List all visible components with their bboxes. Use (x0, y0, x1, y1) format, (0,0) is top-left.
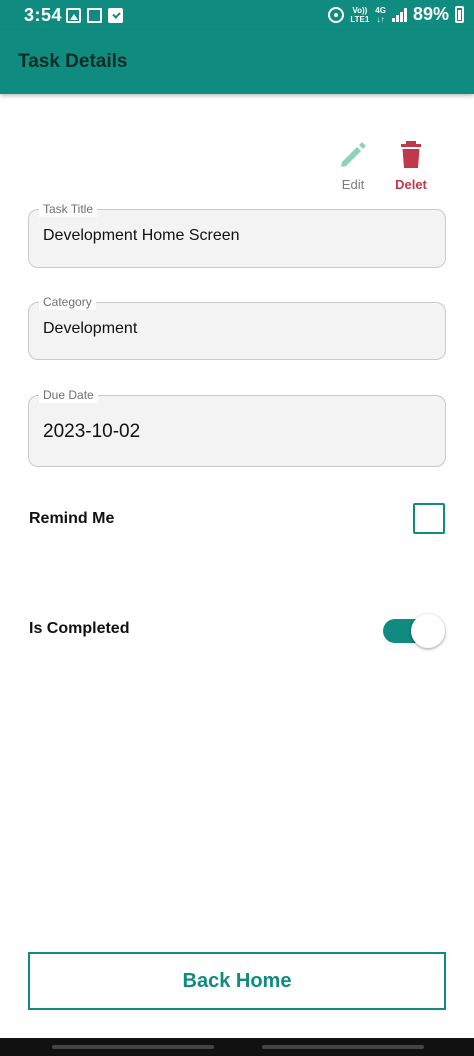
delete-button[interactable]: Delet (384, 140, 438, 192)
edit-button[interactable]: Edit (326, 140, 380, 192)
hotspot-icon (328, 6, 345, 23)
signal-strength-icon (391, 7, 407, 22)
nav-handle-left (52, 1045, 214, 1049)
page-title: Task Details (18, 51, 128, 72)
toggle-thumb (411, 614, 445, 648)
notification-icons (66, 8, 123, 23)
gallery-notification-icon (66, 8, 81, 23)
network-line2: ↓↑ (376, 14, 385, 24)
back-home-button[interactable]: Back Home (28, 952, 446, 1010)
app-notification-icon (87, 8, 102, 23)
task-title-value: Development Home Screen (43, 227, 240, 244)
volte-line2: LTE1 (350, 14, 370, 24)
battery-icon (455, 6, 464, 23)
remind-me-checkbox[interactable] (413, 503, 445, 534)
status-indicators: Vo)) LTE1 4G ↓↑ 89% (328, 4, 464, 25)
nav-handle-right (262, 1045, 424, 1049)
is-completed-toggle[interactable] (381, 612, 447, 650)
is-completed-label: Is Completed (29, 620, 130, 637)
category-label: Category (39, 294, 96, 310)
task-title-field[interactable]: Task Title Development Home Screen (28, 201, 446, 268)
due-date-label: Due Date (39, 387, 98, 403)
status-bar: 3:54 Vo)) LTE1 4G ↓↑ 89% (0, 0, 474, 30)
delete-label: Delet (395, 177, 427, 192)
category-value: Development (43, 320, 138, 337)
network-line1: 4G (375, 5, 386, 15)
task-notification-icon (108, 8, 123, 23)
volte-indicator: Vo)) LTE1 (350, 6, 369, 24)
system-navigation-bar (0, 1038, 474, 1056)
volte-line1: Vo)) (352, 5, 368, 15)
remind-me-label: Remind Me (29, 510, 115, 527)
status-time: 3:54 (24, 5, 63, 25)
edit-label: Edit (341, 177, 365, 192)
app-bar: Task Details (0, 30, 474, 94)
category-field[interactable]: Category Development (28, 294, 446, 360)
pencil-icon (341, 142, 366, 167)
due-date-field[interactable]: Due Date 2023-10-02 (28, 387, 446, 467)
battery-percentage: 89% (412, 4, 449, 24)
trash-icon (401, 141, 421, 168)
network-type-indicator: 4G ↓↑ (375, 6, 386, 24)
due-date-value: 2023-10-02 (43, 421, 141, 442)
task-title-label: Task Title (39, 201, 98, 217)
